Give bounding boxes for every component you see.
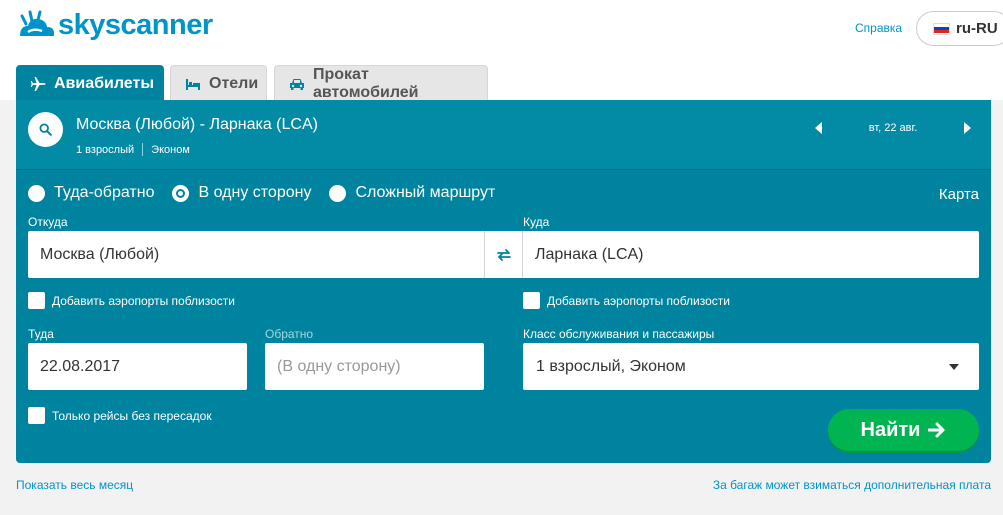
checkbox[interactable] bbox=[523, 292, 540, 309]
car-icon bbox=[289, 76, 305, 92]
checkbox-label: Только рейсы без пересадок bbox=[52, 408, 212, 423]
airplane-icon bbox=[30, 76, 46, 92]
tab-flights[interactable]: Авиабилеты bbox=[16, 65, 164, 102]
chevron-right-icon bbox=[964, 122, 971, 134]
previous-date-button[interactable] bbox=[809, 118, 829, 138]
from-input[interactable]: Москва (Любой) bbox=[28, 231, 484, 278]
search-button[interactable]: Найти bbox=[828, 409, 979, 451]
caret-down-icon bbox=[949, 364, 959, 370]
search-button-label: Найти bbox=[860, 418, 921, 441]
tab-hotels-label: Отели bbox=[209, 74, 259, 92]
checkbox-label: Добавить аэропорты поблизости bbox=[52, 293, 235, 308]
return-label: Обратно bbox=[265, 327, 314, 341]
to-input[interactable]: Ларнака (LCA) bbox=[523, 231, 979, 278]
to-label: Куда bbox=[523, 215, 550, 229]
cabin-class-value: 1 взрослый, Эконом bbox=[536, 357, 686, 375]
to-nearby-checkbox[interactable]: Добавить аэропорты поблизости bbox=[523, 292, 730, 309]
date-navigator: вт, 22 авг. bbox=[809, 118, 977, 138]
radio-label: Туда-обратно bbox=[54, 184, 155, 201]
tab-flights-label: Авиабилеты bbox=[54, 74, 154, 92]
bed-icon bbox=[185, 76, 201, 92]
radio-button[interactable] bbox=[329, 184, 347, 202]
cabin-class-label: Класс обслуживания и пассажиры bbox=[523, 327, 715, 341]
checkbox[interactable] bbox=[28, 407, 45, 424]
radio-one-way[interactable]: В одну сторону bbox=[172, 184, 311, 202]
whole-month-link[interactable]: Показать весь месяц bbox=[16, 478, 133, 492]
locale-label: ru-RU bbox=[956, 20, 998, 37]
summary-cabin: Эконом bbox=[151, 143, 190, 156]
trip-type-selector: Туда-обратно В одну сторону Сложный марш… bbox=[28, 184, 513, 202]
arrow-right-icon bbox=[928, 422, 945, 438]
flight-search-panel: Москва (Любой) - Ларнака (LCA) 1 взрослы… bbox=[16, 100, 991, 463]
tab-hotels[interactable]: Отели bbox=[170, 65, 267, 101]
from-label: Откуда bbox=[28, 215, 68, 229]
cloud-sun-icon bbox=[20, 10, 54, 36]
radio-multi-city[interactable]: Сложный маршрут bbox=[329, 184, 495, 202]
radio-label: В одну сторону bbox=[198, 184, 312, 201]
help-link[interactable]: Справка bbox=[855, 21, 902, 35]
summary-meta: 1 взрослый Эконом bbox=[76, 143, 190, 156]
map-link[interactable]: Карта bbox=[939, 186, 979, 203]
summary-route: Москва (Любой) - Ларнака (LCA) bbox=[76, 116, 318, 133]
search-summary-button[interactable] bbox=[28, 112, 63, 147]
next-date-button[interactable] bbox=[957, 118, 977, 138]
baggage-fee-link[interactable]: За багаж может взиматься дополнительная … bbox=[713, 478, 991, 492]
cabin-class-select[interactable]: 1 взрослый, Эконом bbox=[523, 343, 979, 390]
checkbox[interactable] bbox=[28, 292, 45, 309]
direct-only-checkbox[interactable]: Только рейсы без пересадок bbox=[28, 407, 212, 424]
depart-date-input[interactable]: 22.08.2017 bbox=[28, 343, 247, 390]
swap-arrows-icon bbox=[496, 248, 511, 261]
logo-text: skyscanner bbox=[58, 8, 213, 41]
checkbox-label: Добавить аэропорты поблизости bbox=[547, 293, 730, 308]
from-nearby-checkbox[interactable]: Добавить аэропорты поблизости bbox=[28, 292, 235, 309]
radio-button[interactable] bbox=[28, 184, 45, 202]
return-date-input[interactable]: (В одну сторону) bbox=[265, 343, 484, 390]
summary-separator bbox=[142, 143, 144, 156]
russia-flag-icon bbox=[933, 22, 950, 35]
swap-button[interactable] bbox=[484, 231, 523, 278]
chevron-left-icon bbox=[815, 122, 822, 134]
search-summary[interactable]: Москва (Любой) - Ларнака (LCA) 1 взрослы… bbox=[16, 100, 991, 170]
tab-car-hire-label: Прокат автомобилей bbox=[313, 65, 419, 101]
depart-label: Туда bbox=[28, 327, 54, 341]
locale-selector[interactable]: ru-RU bbox=[916, 11, 1003, 46]
radio-button-selected[interactable] bbox=[172, 184, 190, 202]
tab-car-hire[interactable]: Прокат автомобилей bbox=[274, 65, 488, 101]
summary-passengers: 1 взрослый bbox=[76, 143, 135, 156]
skyscanner-logo[interactable]: skyscanner bbox=[16, 8, 213, 42]
radio-round-trip[interactable]: Туда-обратно bbox=[28, 184, 154, 202]
radio-label: Сложный маршрут bbox=[355, 184, 496, 201]
search-icon bbox=[39, 123, 52, 136]
summary-date: вт, 22 авг. bbox=[868, 122, 918, 134]
